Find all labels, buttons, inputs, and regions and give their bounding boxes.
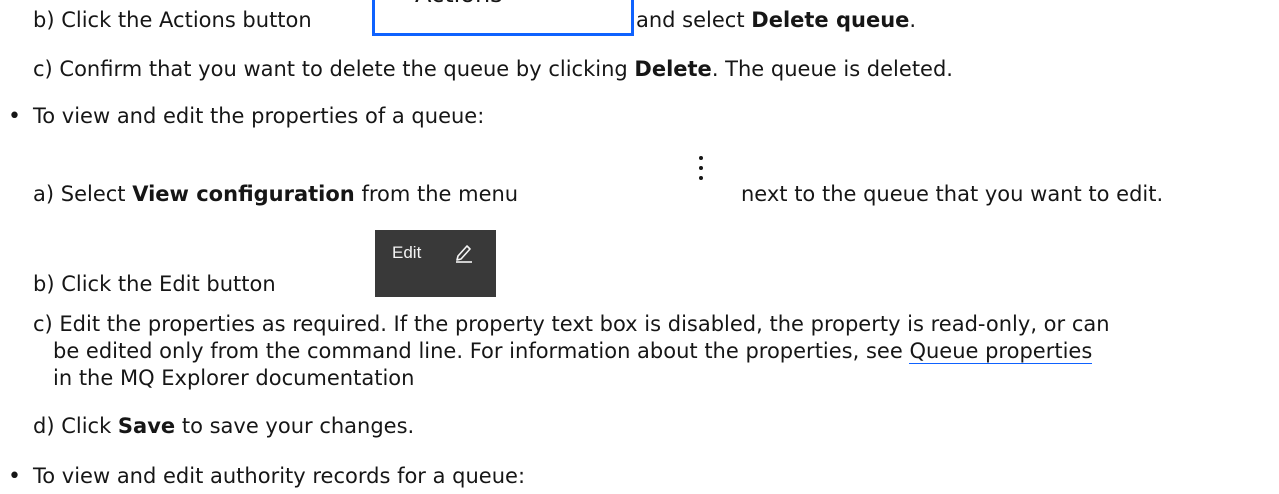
step-c-line1: c) Edit the properties as required. If t… <box>33 312 1110 336</box>
queue-properties-link[interactable]: Queue properties <box>909 339 1093 364</box>
step-c-suffix: . The queue is deleted. <box>711 57 953 81</box>
step-a-prefix: a) Select <box>33 182 133 206</box>
edit-button-label: Edit <box>392 243 422 262</box>
bullet-marker: • <box>8 104 21 129</box>
bullet-marker: • <box>8 464 21 489</box>
actions-button[interactable]: Actions ⌄ <box>372 0 634 36</box>
step-b-middle: and select <box>636 8 752 32</box>
step-a-tail: next to the queue that you want to edit. <box>741 180 1163 208</box>
bullet-view-edit-text: To view and edit the properties of a que… <box>33 102 484 130</box>
step-a-view-config: a) Select View configuration from the me… <box>33 180 518 208</box>
save-label: Save <box>117 414 176 438</box>
view-configuration-label: View configuration <box>132 182 355 206</box>
step-b-prefix: b) Click the Actions button <box>33 8 312 32</box>
delete-label: Delete <box>634 57 712 81</box>
step-c-edit-line1: c) Edit the properties as required. If t… <box>33 310 1110 338</box>
chevron-down-icon: ⌄ <box>585 0 605 6</box>
delete-queue-label: Delete queue <box>751 8 910 32</box>
step-d-prefix: d) Click <box>33 414 118 438</box>
step-c-edit-line3: in the MQ Explorer documentation <box>53 364 414 392</box>
edit-button[interactable]: Edit <box>375 230 496 297</box>
bullet-view-edit-label: To view and edit the properties of a que… <box>33 104 485 128</box>
step-b-actions: b) Click the Actions button <box>33 6 312 34</box>
overflow-menu-vertical-icon[interactable] <box>697 156 705 190</box>
step-c-line3: in the MQ Explorer documentation <box>53 366 415 390</box>
bullet-authority-text: To view and edit authority records for a… <box>33 462 525 490</box>
step-c-edit-line2: be edited only from the command line. Fo… <box>53 337 1093 365</box>
edit-pencil-icon <box>456 245 472 263</box>
step-a-middle: from the menu <box>354 182 519 206</box>
step-b-edit-label: b) Click the Edit button <box>33 272 276 296</box>
step-b-actions-tail: and select Delete queue. <box>636 6 916 34</box>
step-b-edit: b) Click the Edit button <box>33 270 276 298</box>
step-a-suffix: next to the queue that you want to edit. <box>741 182 1164 206</box>
step-c-prefix: c) Confirm that you want to delete the q… <box>33 57 635 81</box>
bullet-authority-label: To view and edit authority records for a… <box>33 464 526 488</box>
step-b-suffix: . <box>909 8 917 32</box>
step-c-line2: be edited only from the command line. Fo… <box>53 339 910 363</box>
actions-button-label: Actions <box>415 0 503 8</box>
step-d-save: d) Click Save to save your changes. <box>33 412 414 440</box>
step-d-suffix: to save your changes. <box>175 414 415 438</box>
step-c-delete: c) Confirm that you want to delete the q… <box>33 55 953 83</box>
